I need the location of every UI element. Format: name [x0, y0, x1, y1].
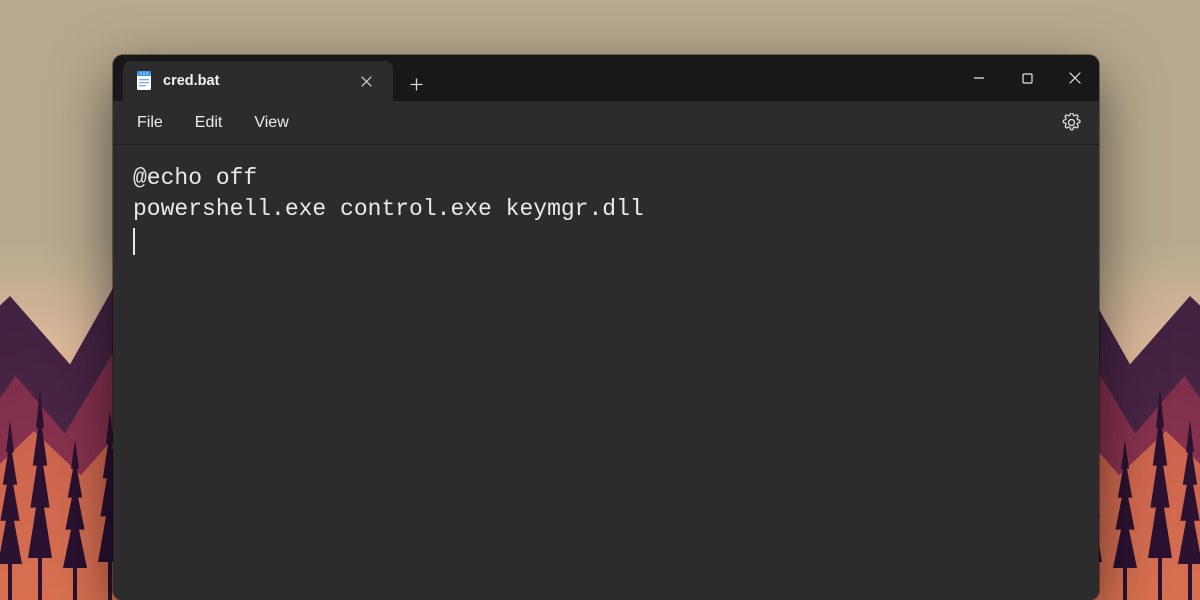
editor-content: @echo off powershell.exe control.exe key…	[133, 163, 1079, 225]
tab-close-button[interactable]	[353, 68, 379, 94]
text-cursor	[133, 228, 135, 255]
close-icon	[1069, 72, 1081, 84]
gear-icon	[1062, 113, 1081, 132]
menu-edit[interactable]: Edit	[181, 106, 237, 140]
tab-title: cred.bat	[163, 73, 343, 89]
text-editor[interactable]: @echo off powershell.exe control.exe key…	[113, 145, 1099, 600]
minimize-button[interactable]	[955, 55, 1003, 101]
plus-icon	[410, 78, 423, 91]
notepad-icon	[135, 70, 153, 92]
new-tab-button[interactable]	[399, 67, 433, 101]
maximize-icon	[1022, 73, 1033, 84]
minimize-icon	[973, 72, 985, 84]
close-window-button[interactable]	[1051, 55, 1099, 101]
maximize-button[interactable]	[1003, 55, 1051, 101]
settings-button[interactable]	[1053, 105, 1089, 141]
menu-view[interactable]: View	[240, 106, 302, 140]
tab-strip: cred.bat	[113, 55, 955, 101]
close-icon	[361, 76, 372, 87]
window-controls	[955, 55, 1099, 101]
title-bar[interactable]: cred.bat	[113, 55, 1099, 101]
menu-file[interactable]: File	[123, 106, 177, 140]
menu-bar: File Edit View	[113, 101, 1099, 145]
notepad-window: cred.bat File Edit View	[113, 55, 1099, 600]
tab-active[interactable]: cred.bat	[123, 61, 393, 101]
